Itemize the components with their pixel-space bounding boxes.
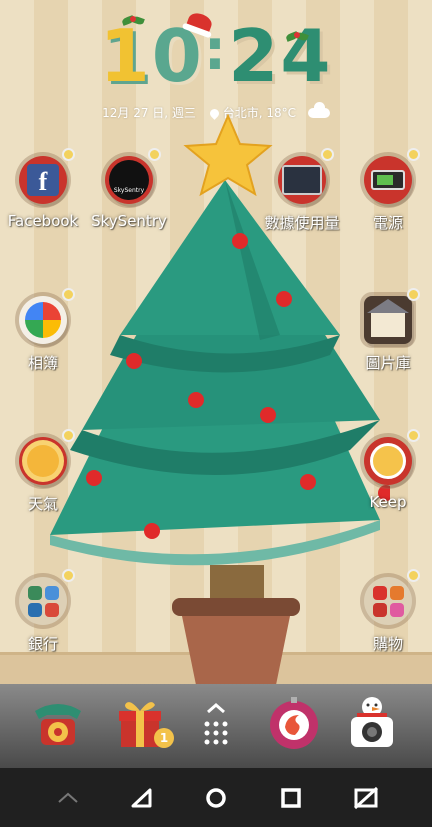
ornament bbox=[260, 407, 276, 423]
folder-label: 銀行 bbox=[27, 635, 58, 653]
app-label: 相簿 bbox=[27, 354, 58, 372]
firefox-ornament-icon bbox=[270, 697, 318, 749]
folder-label: 購物 bbox=[372, 635, 403, 653]
gift-notification-badge: 1 bbox=[154, 728, 174, 748]
firefox-browser-button[interactable] bbox=[264, 692, 324, 752]
app-label: 數據使用量 bbox=[264, 214, 340, 232]
data-usage-icon bbox=[278, 148, 334, 204]
bank-folder-icon bbox=[19, 569, 75, 625]
recent-apps-button[interactable] bbox=[277, 784, 305, 812]
ornament bbox=[86, 470, 102, 486]
back-button[interactable] bbox=[128, 784, 156, 812]
app-drawer-button[interactable] bbox=[186, 692, 246, 752]
clock-widget[interactable]: 10:24 bbox=[0, 14, 432, 98]
clock-minute-tens: 2 bbox=[228, 14, 281, 98]
app-gallery[interactable]: 圖片庫 bbox=[343, 288, 432, 373]
app-power[interactable]: 電源 bbox=[343, 148, 432, 233]
app-label: 圖片庫 bbox=[365, 354, 411, 372]
folder-bank[interactable]: 銀行 bbox=[0, 569, 88, 654]
ornament bbox=[144, 523, 160, 539]
ornament bbox=[300, 474, 316, 490]
gift-app-button[interactable]: 1 bbox=[110, 692, 174, 752]
app-label: Keep bbox=[369, 493, 407, 511]
navigation-bar bbox=[0, 768, 432, 827]
ornament bbox=[276, 291, 292, 307]
app-label: Facebook bbox=[7, 212, 79, 230]
rotary-phone-icon bbox=[35, 704, 81, 745]
holly-icon bbox=[286, 30, 308, 44]
holly-icon bbox=[122, 14, 144, 28]
app-facebook[interactable]: f Facebook bbox=[0, 148, 88, 230]
weather-sun-icon bbox=[19, 429, 75, 485]
expand-up-icon[interactable] bbox=[54, 784, 82, 812]
screenshot-off-icon[interactable] bbox=[352, 784, 380, 812]
app-photos[interactable]: 相簿 bbox=[0, 288, 88, 373]
pot-rim bbox=[172, 598, 300, 616]
facebook-icon: f bbox=[19, 148, 75, 204]
app-skysentry[interactable]: SkySentry SkySentry bbox=[84, 148, 174, 230]
dock: 1 bbox=[0, 684, 432, 768]
battery-icon bbox=[364, 148, 420, 204]
app-label: 電源 bbox=[372, 214, 403, 232]
skysentry-icon: SkySentry bbox=[105, 148, 161, 204]
gallery-house-icon bbox=[364, 288, 420, 344]
ornament bbox=[126, 353, 142, 369]
pot-body bbox=[182, 616, 290, 685]
keep-lightbulb-icon bbox=[364, 429, 420, 485]
phone-dialer-button[interactable] bbox=[28, 692, 88, 752]
camera-button[interactable] bbox=[342, 692, 402, 752]
app-drawer-icon bbox=[204, 703, 228, 745]
ornament bbox=[232, 233, 248, 249]
app-data-usage[interactable]: 數據使用量 bbox=[257, 148, 347, 233]
home-button[interactable] bbox=[202, 784, 230, 812]
folder-shopping[interactable]: 購物 bbox=[343, 569, 432, 654]
photos-pinwheel-icon bbox=[19, 288, 75, 344]
clock-minute-ones: 4 bbox=[280, 14, 333, 98]
ornament bbox=[188, 392, 204, 408]
app-label: SkySentry bbox=[91, 212, 167, 230]
snowman-camera-icon bbox=[351, 697, 393, 747]
app-keep[interactable]: Keep bbox=[343, 429, 432, 511]
shopping-folder-icon bbox=[364, 569, 420, 625]
app-label: 天氣 bbox=[27, 495, 58, 513]
app-weather[interactable]: 天氣 bbox=[0, 429, 88, 514]
